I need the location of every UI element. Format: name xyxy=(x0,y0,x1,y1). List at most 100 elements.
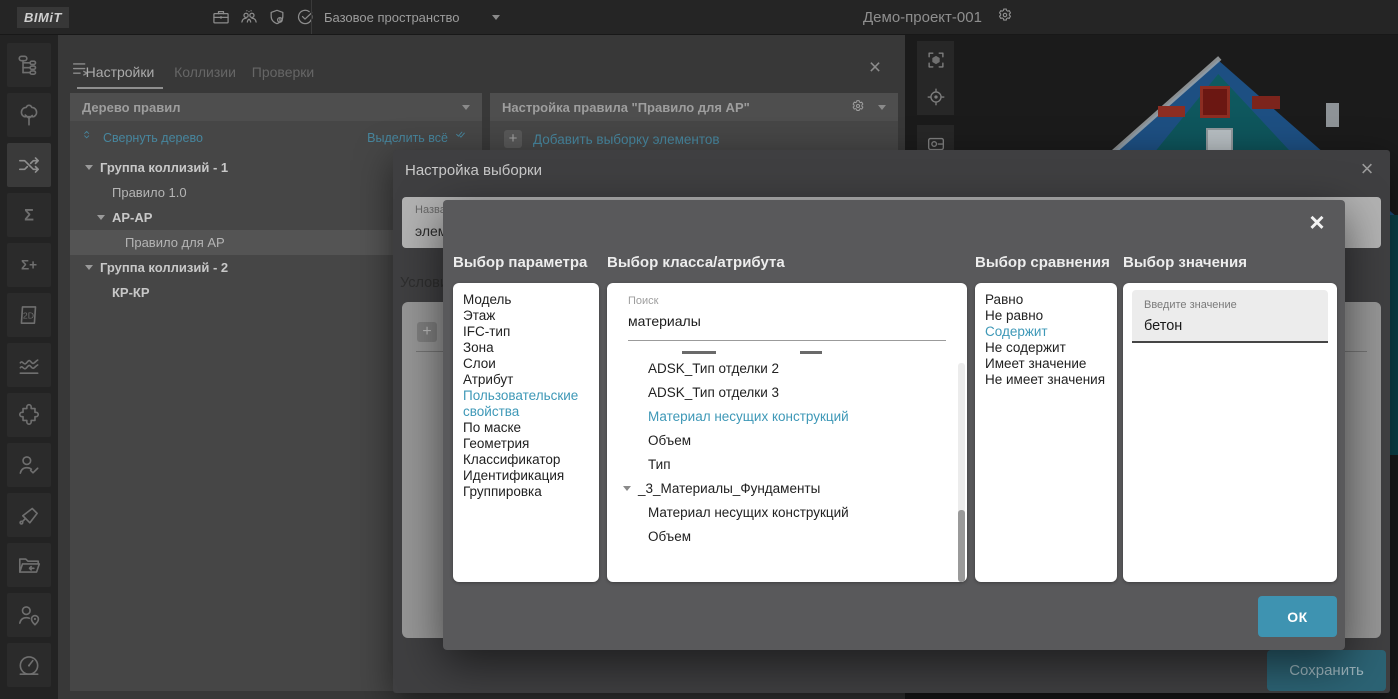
svg-text:2D: 2D xyxy=(23,310,34,320)
list-item[interactable]: Тип xyxy=(607,452,953,476)
zoom-fit-button[interactable] xyxy=(917,41,954,78)
list-item[interactable]: Не содержит xyxy=(985,340,1107,356)
list-item[interactable]: Слои xyxy=(463,356,589,372)
model-detail-red xyxy=(1252,96,1280,109)
unfold-icon[interactable] xyxy=(82,130,96,147)
list-item[interactable]: ADSK_Тип отделки 2 xyxy=(607,356,953,380)
list-item-label: Материал несущих конструкций xyxy=(648,408,849,424)
list-item[interactable]: Объем xyxy=(607,524,953,548)
project-title-area: Демо-проект-001 xyxy=(863,0,1014,34)
chevron-down-icon xyxy=(491,14,500,20)
caret-down-icon[interactable] xyxy=(623,485,631,491)
tab-collisions[interactable]: Коллизии xyxy=(171,55,239,89)
list-item[interactable]: Имеет значение xyxy=(985,356,1107,372)
list-item[interactable]: Объем xyxy=(607,428,953,452)
folder-share-icon[interactable] xyxy=(7,543,51,587)
sum-plus-icon[interactable]: Σ+ xyxy=(7,243,51,287)
list-item-label: ADSK_Тип отделки 3 xyxy=(648,384,779,400)
hierarchy-icon[interactable] xyxy=(7,43,51,87)
scrollbar-thumb[interactable] xyxy=(958,510,965,582)
list-item-label: Материал несущих конструкций xyxy=(648,504,849,520)
close-icon[interactable]: × xyxy=(1305,209,1329,235)
list-item[interactable]: По маске xyxy=(463,420,589,436)
comparison-list: Равно Не равно Содержит Не содержит Имеет зн… xyxy=(975,283,1117,397)
svg-text:Σ: Σ xyxy=(24,206,34,224)
view-2d-icon[interactable]: 2D xyxy=(7,293,51,337)
save-button[interactable]: Сохранить xyxy=(1267,650,1386,691)
tree-item-label: Группа коллизий - 1 xyxy=(100,160,229,175)
rule-settings-header[interactable]: Настройка правила "Правило для АР" xyxy=(490,93,898,121)
list-item[interactable]: Содержит xyxy=(985,324,1107,340)
list-item[interactable]: IFC-тип xyxy=(463,324,589,340)
list-item[interactable]: _3_Материалы_Фундаменты xyxy=(607,476,953,500)
model-chimney xyxy=(1326,103,1339,127)
attribute-list: ADSK_Тип отделки 2 ADSK_Тип отделки 3 Мате… xyxy=(607,349,953,580)
workspace-label: Базовое пространство xyxy=(324,9,460,25)
close-icon[interactable]: × xyxy=(864,57,886,79)
trowel-icon[interactable] xyxy=(7,493,51,537)
list-item[interactable]: Классификатор xyxy=(463,452,589,468)
list-item[interactable]: Не имеет значения xyxy=(985,372,1107,388)
list-item-label: Объем xyxy=(648,432,692,448)
scrollbar[interactable] xyxy=(958,363,965,582)
project-title: Демо-проект-001 xyxy=(863,8,982,26)
list-item[interactable]: Материал несущих конструкций xyxy=(607,500,953,524)
collisions-icon[interactable] xyxy=(7,143,51,187)
shield-icon[interactable] xyxy=(266,7,287,28)
list-item[interactable]: Геометрия xyxy=(463,436,589,452)
caret-down-icon[interactable] xyxy=(97,215,105,220)
ok-button[interactable]: ОК xyxy=(1258,596,1337,637)
add-selection-label: Добавить выборку элементов xyxy=(533,131,720,147)
comparison-column-title: Выбор сравнения xyxy=(975,254,1110,271)
parameter-list: Модель Этаж IFC-тип Зона Слои Атрибут Пользова… xyxy=(453,283,599,509)
rule-settings-title: Настройка правила "Правило для АР" xyxy=(502,99,750,115)
add-selection-button[interactable]: + Добавить выборку элементов xyxy=(504,130,884,148)
list-item[interactable]: Модель xyxy=(463,292,589,308)
tab-settings[interactable]: Настройки xyxy=(77,55,163,89)
caret-down-icon[interactable] xyxy=(85,165,93,170)
sum-icon[interactable]: Σ xyxy=(7,193,51,237)
class-attribute-box: Поиск материалы ADSK_Тип отделки 2 ADSK_Т… xyxy=(607,283,967,582)
tree-icon[interactable] xyxy=(7,93,51,137)
workspace-selector[interactable]: Базовое пространство xyxy=(324,0,500,34)
list-item[interactable]: Идентификация xyxy=(463,468,589,484)
gear-icon[interactable] xyxy=(850,98,866,117)
top-bar: BIMiT Базовое пространство Демо-проект-0… xyxy=(0,0,1398,35)
chart-icon[interactable] xyxy=(7,343,51,387)
class-attribute-column-title: Выбор класса/атрибута xyxy=(607,254,785,271)
list-item[interactable]: Этаж xyxy=(463,308,589,324)
tab-checks[interactable]: Проверки xyxy=(249,55,317,89)
close-icon[interactable]: × xyxy=(1356,158,1378,180)
collapse-tree-link[interactable]: Свернуть дерево xyxy=(103,131,203,145)
team-icon[interactable] xyxy=(238,7,259,28)
list-item[interactable]: Материал несущих конструкций xyxy=(607,404,953,428)
user-check-icon[interactable] xyxy=(7,443,51,487)
list-item[interactable]: Зона xyxy=(463,340,589,356)
search-input[interactable]: материалы xyxy=(628,313,701,329)
application-window: BIMiT Базовое пространство Демо-проект-0… xyxy=(0,0,1398,699)
value-input-field[interactable]: Введите значение бетон xyxy=(1132,290,1328,343)
search-underline xyxy=(628,340,946,341)
plus-icon[interactable]: + xyxy=(417,322,437,342)
list-item[interactable]: Не равно xyxy=(985,308,1107,324)
chevron-down-icon xyxy=(878,104,886,110)
gear-icon[interactable] xyxy=(996,6,1014,28)
condition-editor-dialog: × Выбор параметра Выбор класса/атрибута … xyxy=(443,200,1345,650)
list-item[interactable]: Равно xyxy=(985,292,1107,308)
select-all-link[interactable]: Выделить всё xyxy=(367,131,448,145)
list-item[interactable]: ADSK_Тип отделки 3 xyxy=(607,380,953,404)
briefcase-icon[interactable] xyxy=(210,7,231,28)
field-label: Введите значение xyxy=(1144,299,1237,311)
rules-tree-header[interactable]: Дерево правил xyxy=(70,93,482,121)
list-item[interactable]: Атрибут xyxy=(463,372,589,388)
plugin-icon[interactable] xyxy=(7,393,51,437)
gauge-icon[interactable] xyxy=(7,643,51,687)
user-pin-icon[interactable] xyxy=(7,593,51,637)
list-item[interactable]: Группировка xyxy=(463,484,589,500)
list-item-label: _3_Материалы_Фундаменты xyxy=(638,480,821,496)
list-item[interactable]: Пользовательские свойства xyxy=(463,388,589,420)
caret-down-icon[interactable] xyxy=(85,265,93,270)
search-label: Поиск xyxy=(628,295,659,307)
locate-button[interactable] xyxy=(917,78,954,115)
list-item-label: Тип xyxy=(648,456,671,472)
